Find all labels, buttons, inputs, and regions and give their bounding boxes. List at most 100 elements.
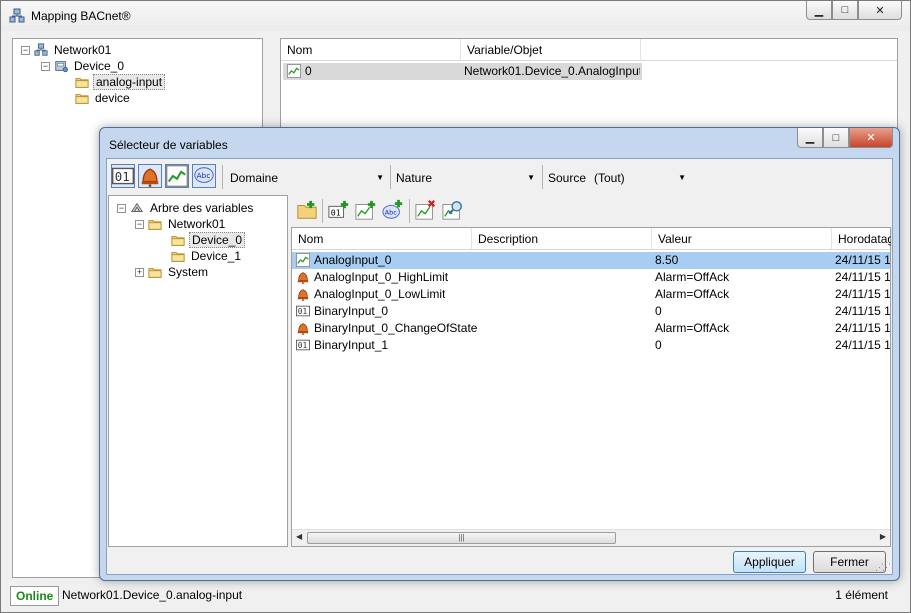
folder-icon	[148, 265, 162, 279]
item-count: 1 élément	[835, 588, 888, 602]
table-row[interactable]: AnalogInput_0_LowLimit Alarm=OffAck 24/1…	[292, 286, 890, 303]
collapse-icon[interactable]: −	[117, 203, 126, 213]
search-icon	[442, 201, 462, 220]
toolbar-separator	[222, 165, 223, 189]
folder-icon	[171, 233, 185, 247]
tree-item-label: System	[168, 265, 209, 279]
window-title: Mapping BACnet®	[31, 9, 131, 23]
variable-selector-dialog: Sélecteur de variables ▁ □ ✕ Abc Domaine…	[99, 127, 900, 581]
toolbar-separator	[322, 199, 323, 223]
row-nom: BinaryInput_0	[314, 304, 389, 318]
dialog-close-button[interactable]: ✕	[849, 128, 893, 148]
tree-item-network01[interactable]: − Network01	[21, 42, 113, 58]
add-analog-icon	[355, 200, 376, 220]
main-titlebar[interactable]: Mapping BACnet® ▁ □ ✕	[1, 1, 910, 31]
row-horodatage: 24/11/15 10	[835, 253, 890, 267]
column-header-nom[interactable]: Nom	[281, 39, 461, 61]
analog-filter-icon[interactable]	[165, 164, 189, 188]
table-row[interactable]: BinaryInput_0 0 24/11/15 10	[292, 303, 890, 320]
column-header-valeur[interactable]: Valeur	[652, 228, 832, 250]
row-valeur: 0	[655, 338, 662, 352]
apply-button[interactable]: Appliquer	[733, 551, 806, 573]
table-row[interactable]: BinaryInput_0_ChangeOfState Alarm=OffAck…	[292, 320, 890, 337]
delete-icon	[415, 200, 436, 220]
toolbar-separator	[390, 165, 391, 189]
search-variable-button[interactable]	[441, 198, 465, 222]
alarm-icon	[296, 321, 310, 335]
new-folder-icon	[297, 200, 317, 219]
minimize-button[interactable]: ▁	[806, 1, 832, 20]
tree-item-label: Device_1	[191, 249, 242, 263]
maximize-icon: □	[832, 131, 840, 144]
table-row[interactable]: AnalogInput_0 8.50 24/11/15 10	[292, 252, 890, 269]
tree-item-label: Network01	[168, 217, 226, 231]
minimize-icon: ▁	[814, 4, 824, 17]
row-horodatage: 24/11/15 10	[835, 338, 890, 352]
toolbar-separator	[542, 165, 543, 189]
row-valeur: Alarm=OffAck	[655, 287, 730, 301]
row-valeur: Alarm=OffAck	[655, 270, 730, 284]
add-analog-button[interactable]	[354, 198, 378, 222]
resize-grip-icon[interactable]: ⋰⋰	[875, 562, 891, 573]
variable-tree[interactable]: − Arbre des variables − Network01 Device…	[108, 195, 288, 547]
folder-icon	[171, 249, 185, 263]
column-header-horodatage[interactable]: Horodatage	[832, 228, 892, 250]
alarm-icon	[296, 287, 310, 301]
tree-item-label: analog-input	[93, 74, 166, 90]
status-badge: Online	[10, 586, 60, 606]
delete-variable-button[interactable]	[414, 198, 438, 222]
expand-icon[interactable]: +	[135, 267, 144, 277]
new-folder-button[interactable]	[295, 198, 319, 222]
add-binary-icon: 01	[328, 200, 349, 218]
chevron-down-icon: ▼	[376, 173, 384, 182]
collapse-icon[interactable]: −	[41, 61, 50, 71]
variable-grid[interactable]: Nom Description Valeur Horodatage Analog…	[291, 227, 892, 547]
list-item[interactable]: 0 Network01.Device_0.AnalogInput...	[283, 63, 642, 80]
add-binary-button[interactable]: 01	[327, 198, 351, 222]
table-row[interactable]: BinaryInput_1 0 24/11/15 10	[292, 337, 890, 354]
grid-header: Nom Description Valeur Horodatage	[292, 228, 892, 250]
close-button[interactable]: ✕	[858, 1, 902, 20]
maximize-icon: □	[841, 4, 849, 16]
status-path: Network01.Device_0.analog-input	[62, 588, 243, 602]
tree-item-analog-input[interactable]: analog-input	[75, 74, 166, 90]
row-horodatage: 24/11/15 10	[835, 270, 890, 284]
network-icon	[9, 8, 25, 24]
column-header-description[interactable]: Description	[472, 228, 652, 250]
tree-item-device-1[interactable]: Device_1	[171, 248, 243, 264]
dialog-maximize-button[interactable]: □	[823, 128, 849, 148]
text-filter-icon[interactable]: Abc	[192, 164, 216, 188]
scrollbar-thumb[interactable]: |||	[307, 532, 616, 544]
nature-dropdown[interactable]: ▼	[435, 168, 539, 188]
binary-filter-icon[interactable]	[111, 164, 135, 188]
collapse-icon[interactable]: −	[21, 45, 30, 55]
close-icon: ✕	[866, 132, 876, 144]
alarm-filter-icon[interactable]	[138, 164, 162, 188]
column-header-variable[interactable]: Variable/Objet	[461, 39, 641, 61]
tree-item-device-0[interactable]: Device_0	[171, 232, 246, 248]
nature-label: Nature	[396, 171, 433, 185]
add-text-button[interactable]: Abc	[381, 198, 405, 222]
minimize-icon: ▁	[805, 132, 815, 144]
tree-item-device-0[interactable]: − Device_0	[41, 58, 126, 74]
maximize-button[interactable]: □	[832, 1, 858, 20]
scroll-right-icon[interactable]: ▶	[880, 532, 886, 541]
collapse-icon[interactable]: −	[135, 219, 144, 229]
binary-icon	[296, 304, 310, 318]
horizontal-scrollbar[interactable]: ◀ ||| ▶	[292, 529, 890, 546]
tree-item-network01[interactable]: − Network01	[135, 216, 227, 232]
domaine-dropdown[interactable]: ▼	[285, 168, 388, 188]
table-row[interactable]: AnalogInput_0_HighLimit Alarm=OffAck 24/…	[292, 269, 890, 286]
tree-item-device[interactable]: device	[75, 90, 132, 106]
row-nom: AnalogInput_0_LowLimit	[314, 287, 446, 301]
row-nom: 0	[305, 64, 312, 78]
scroll-left-icon[interactable]: ◀	[296, 532, 302, 541]
dialog-minimize-button[interactable]: ▁	[797, 128, 823, 148]
tree-item-label: Device_0	[74, 59, 125, 73]
column-header-nom[interactable]: Nom	[292, 228, 472, 250]
dialog-footer: Appliquer Fermer ⋰⋰	[107, 549, 892, 575]
source-dropdown[interactable]: (Tout) ▼	[590, 168, 690, 188]
tree-item-arbre[interactable]: − Arbre des variables	[117, 200, 255, 216]
tree-item-system[interactable]: + System	[135, 264, 210, 280]
binary-icon	[296, 338, 310, 352]
